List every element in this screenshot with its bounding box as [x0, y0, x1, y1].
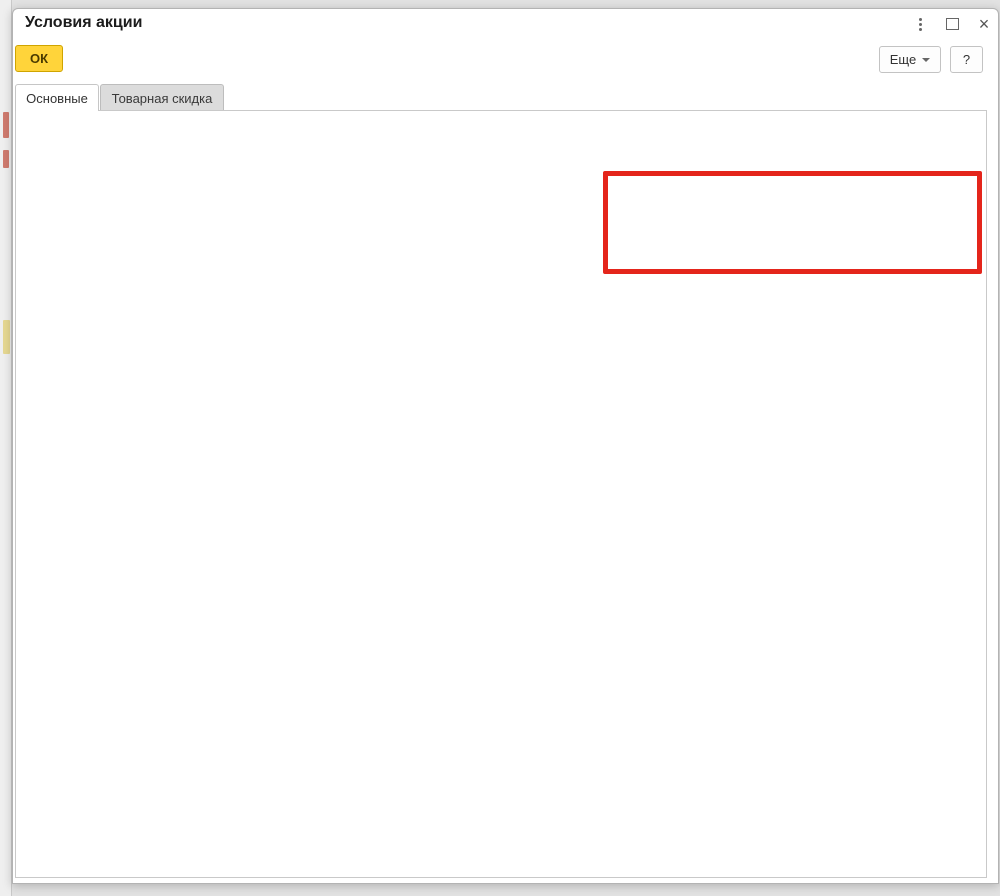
desktop: Условия акции × ОК Еще ? Основные Товарн…	[0, 0, 1000, 896]
background-fragment	[3, 112, 9, 138]
ok-button[interactable]: ОК	[15, 45, 63, 72]
window-title: Условия акции	[25, 14, 142, 32]
tab-product-discount[interactable]: Товарная скидка	[100, 84, 224, 111]
background-fragment	[3, 150, 9, 168]
more-button[interactable]: Еще	[879, 46, 941, 73]
promotion-conditions-window: Условия акции × ОК Еще ? Основные Товарн…	[12, 8, 999, 884]
tab-content-panel	[15, 110, 987, 878]
maximize-icon[interactable]	[941, 14, 963, 34]
more-button-label: Еще	[890, 52, 916, 67]
close-icon[interactable]: ×	[973, 14, 995, 34]
tab-main[interactable]: Основные	[15, 84, 99, 111]
window-menu-icon[interactable]	[909, 14, 931, 34]
help-button[interactable]: ?	[950, 46, 983, 73]
background-fragment	[3, 320, 10, 354]
chevron-down-icon	[922, 58, 930, 62]
